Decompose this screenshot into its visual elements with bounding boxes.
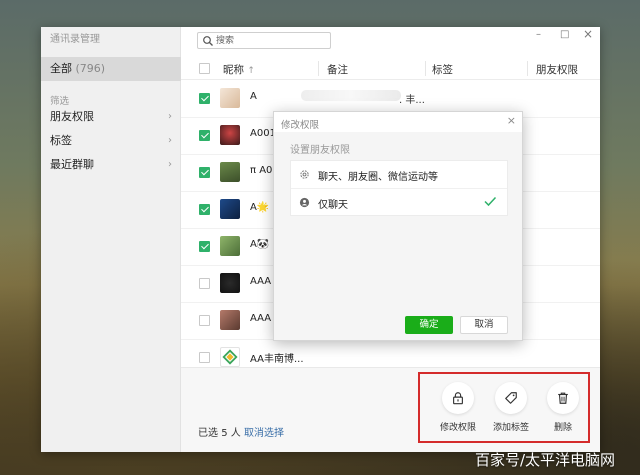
sidebar-item-label: 最近群聊 bbox=[50, 158, 94, 171]
option-label: 聊天、朋友圈、微信运动等 bbox=[318, 172, 438, 183]
close-button[interactable]: × bbox=[583, 27, 593, 41]
row-checkbox[interactable] bbox=[199, 167, 210, 178]
sidebar-item-all[interactable]: 全部 (796) bbox=[41, 57, 181, 81]
avatar bbox=[220, 199, 240, 219]
gear-icon bbox=[300, 170, 309, 179]
contact-name: AAA bbox=[250, 313, 272, 324]
chevron-right-icon: › bbox=[168, 111, 172, 122]
avatar bbox=[220, 273, 240, 293]
sidebar-item-label: 朋友权限 bbox=[50, 110, 94, 123]
lock-icon bbox=[453, 392, 463, 405]
action-footer: 已选 5 人 取消选择 修改权限 添加标签 删除 bbox=[181, 367, 600, 452]
contact-name: π A0, bbox=[250, 165, 276, 176]
column-header-permission[interactable]: 朋友权限 bbox=[536, 62, 578, 77]
option-label: 仅聊天 bbox=[318, 200, 348, 211]
row-checkbox[interactable] bbox=[199, 93, 210, 104]
avatar bbox=[220, 88, 240, 108]
search-input[interactable] bbox=[216, 34, 326, 47]
row-checkbox[interactable] bbox=[199, 315, 210, 326]
dialog-close-button[interactable]: × bbox=[507, 114, 516, 127]
dialog-subtitle: 设置朋友权限 bbox=[290, 145, 350, 156]
trash-icon bbox=[558, 392, 568, 404]
column-header-remark[interactable]: 备注 bbox=[327, 62, 348, 77]
avatar bbox=[220, 347, 240, 367]
avatar bbox=[220, 236, 240, 256]
search-box[interactable] bbox=[197, 32, 331, 49]
minimize-button[interactable]: – bbox=[536, 29, 541, 40]
column-divider bbox=[527, 61, 528, 76]
delete-button[interactable]: 删除 bbox=[543, 382, 583, 433]
row-checkbox[interactable] bbox=[199, 241, 210, 252]
delete-circle bbox=[547, 382, 579, 414]
permission-option-chat-only[interactable]: 仅聊天 bbox=[291, 188, 507, 215]
add-tag-button[interactable]: 添加标签 bbox=[491, 382, 531, 433]
row-checkbox[interactable] bbox=[199, 352, 210, 363]
permission-options: 聊天、朋友圈、微信运动等 仅聊天 bbox=[290, 160, 508, 216]
chevron-right-icon: › bbox=[168, 135, 172, 146]
sidebar-item-label: 全部 bbox=[50, 62, 72, 75]
sidebar-item-recent-groups[interactable]: 最近群聊 › bbox=[50, 156, 172, 174]
tag-icon bbox=[505, 392, 517, 404]
selected-prefix: 已选 bbox=[198, 428, 218, 439]
column-header-name[interactable]: 昵称 ↑ bbox=[223, 62, 255, 77]
contact-remark-tail: . 丰... bbox=[399, 95, 425, 106]
chevron-right-icon: › bbox=[168, 159, 172, 170]
add-tag-circle bbox=[495, 382, 527, 414]
filter-section-label: 筛选 bbox=[50, 96, 70, 107]
search-icon bbox=[203, 36, 213, 46]
contact-name: A🐼 bbox=[250, 239, 270, 250]
column-divider bbox=[318, 61, 319, 76]
sidebar-item-tags[interactable]: 标签 › bbox=[50, 132, 172, 150]
table-header: 昵称 ↑ 备注 标签 朋友权限 bbox=[181, 58, 600, 80]
contact-name: A bbox=[250, 91, 257, 102]
edit-permission-button[interactable]: 修改权限 bbox=[438, 382, 478, 433]
column-divider bbox=[425, 61, 426, 76]
blurred-remark bbox=[301, 90, 401, 101]
row-checkbox[interactable] bbox=[199, 130, 210, 141]
contact-name: AA丰南博... bbox=[250, 354, 304, 365]
watermark-text: 百家号/太平洋电脑网 bbox=[475, 451, 616, 469]
avatar bbox=[220, 162, 240, 182]
sidebar-item-friend-permission[interactable]: 朋友权限 › bbox=[50, 108, 172, 126]
avatar bbox=[220, 310, 240, 330]
selected-suffix: 人 bbox=[230, 428, 241, 439]
logo-icon bbox=[222, 349, 238, 365]
sidebar-item-label: 标签 bbox=[50, 134, 72, 147]
row-checkbox[interactable] bbox=[199, 278, 210, 289]
person-icon bbox=[299, 197, 310, 208]
edit-permission-circle bbox=[442, 382, 474, 414]
maximize-button[interactable]: □ bbox=[560, 29, 569, 40]
confirm-button[interactable]: 确定 bbox=[405, 316, 453, 334]
edit-permission-label: 修改权限 bbox=[439, 423, 476, 433]
selected-count-text: 已选 5 人 bbox=[198, 424, 241, 439]
cancel-button[interactable]: 取消 bbox=[460, 316, 508, 334]
select-all-checkbox[interactable] bbox=[199, 63, 210, 74]
add-tag-label: 添加标签 bbox=[492, 423, 529, 433]
edit-permission-dialog: 修改权限 × 设置朋友权限 聊天、朋友圈、微信运动等 仅聊天 确定 取消 bbox=[273, 111, 523, 341]
row-checkbox[interactable] bbox=[199, 204, 210, 215]
selected-count: 5 bbox=[221, 428, 228, 439]
contact-name: A🌟 bbox=[250, 202, 270, 213]
avatar bbox=[220, 125, 240, 145]
sort-ascending-icon: ↑ bbox=[247, 66, 255, 76]
contact-name: AAA bbox=[250, 276, 272, 287]
checkmark-icon bbox=[484, 196, 497, 207]
permission-option-full[interactable]: 聊天、朋友圈、微信运动等 bbox=[291, 161, 507, 188]
contact-count: (796) bbox=[75, 62, 106, 75]
sidebar: 通讯录管理 全部 (796) 筛选 朋友权限 › 标签 › 最近群聊 › bbox=[41, 27, 181, 452]
window-title: 通讯录管理 bbox=[50, 34, 100, 45]
dialog-title: 修改权限 bbox=[281, 120, 320, 131]
dialog-body: 设置朋友权限 聊天、朋友圈、微信运动等 仅聊天 确定 取消 bbox=[274, 132, 522, 340]
highlighted-action-group: 修改权限 添加标签 删除 bbox=[418, 372, 590, 443]
column-header-label: 昵称 bbox=[223, 64, 244, 76]
delete-label: 删除 bbox=[553, 423, 572, 433]
cancel-selection-link[interactable]: 取消选择 bbox=[244, 424, 284, 439]
column-header-tag[interactable]: 标签 bbox=[432, 62, 453, 77]
